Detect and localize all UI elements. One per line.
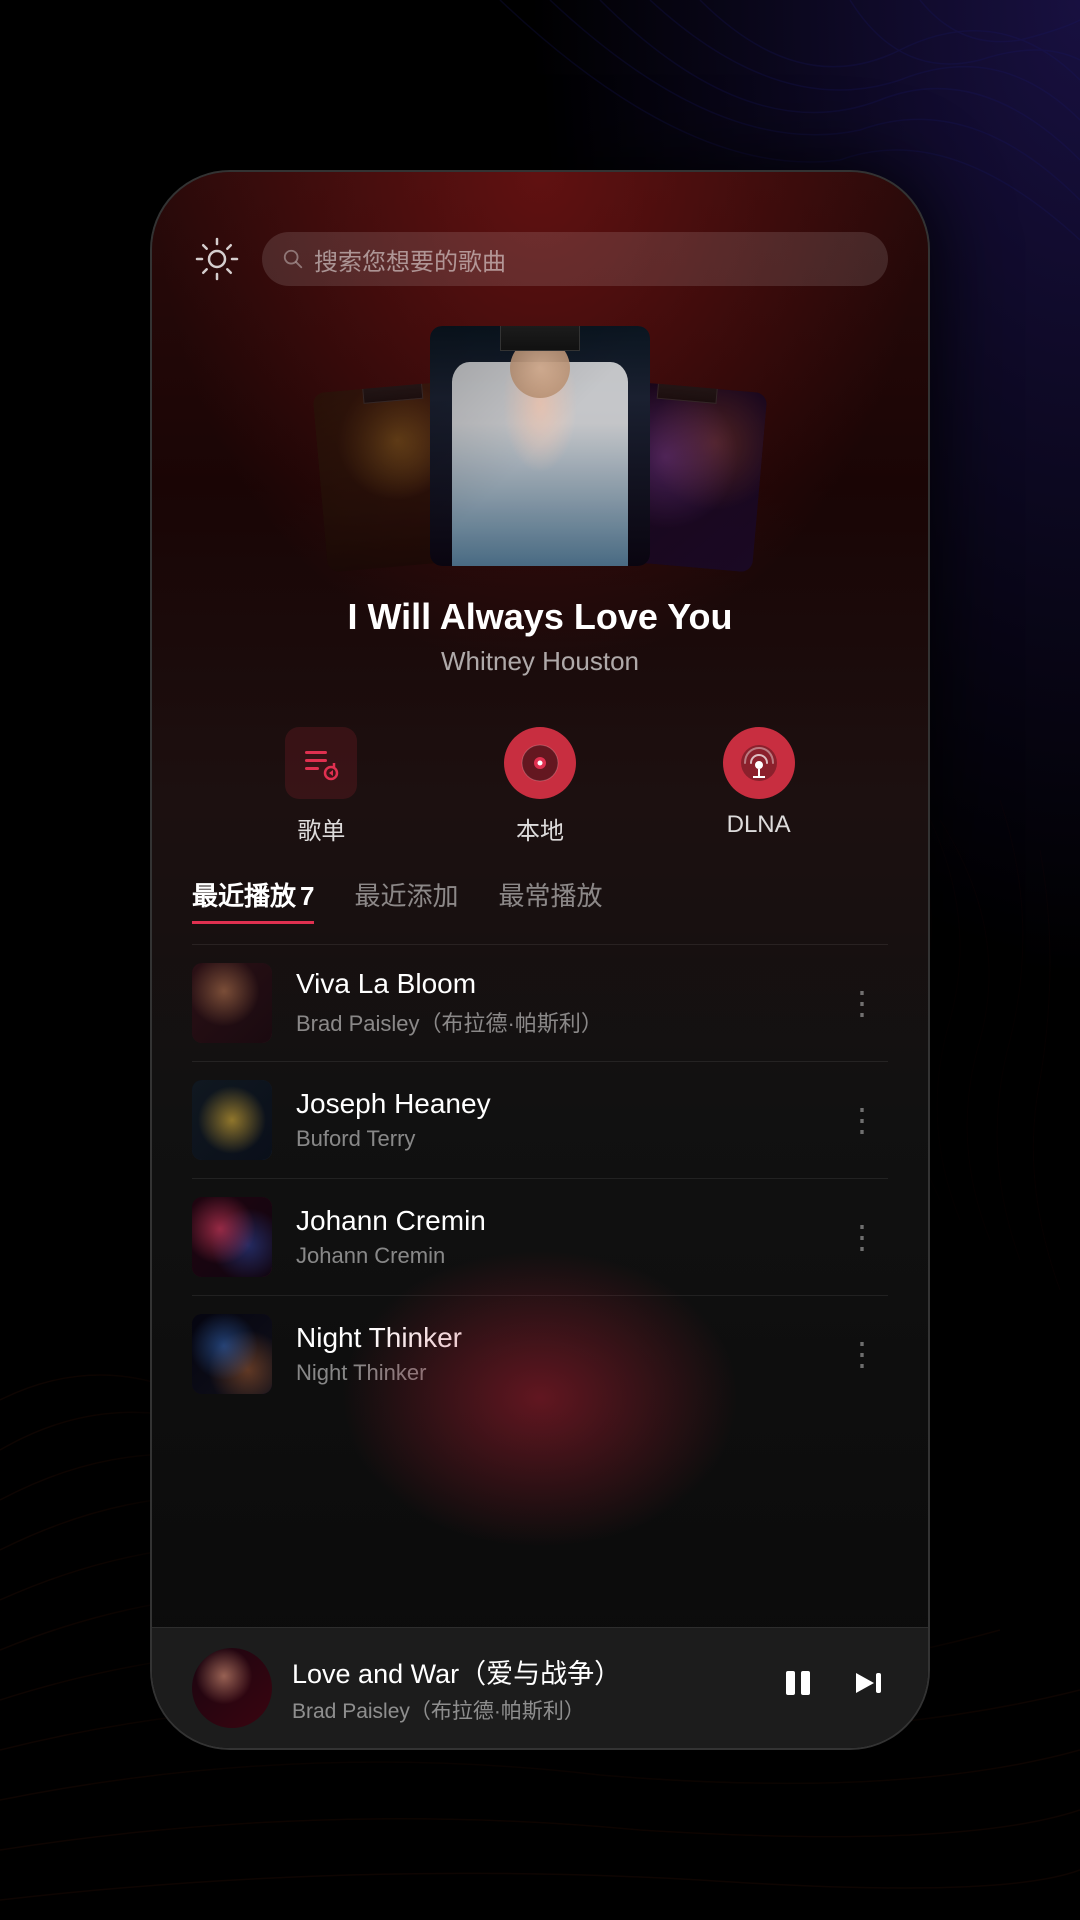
song-name-4: Night Thinker — [296, 1322, 812, 1354]
phone-content: 搜索您想要的歌曲 — [152, 172, 928, 1748]
now-playing-thumb — [192, 1648, 272, 1728]
vinyl-top-center — [500, 326, 580, 351]
pause-button[interactable] — [778, 1663, 818, 1713]
now-playing-artist: Brad Paisley（布拉德·帕斯利） — [292, 1695, 758, 1725]
now-playing-title: Love and War（爱与战争） — [292, 1652, 758, 1691]
song-info-4: Night Thinker Night Thinker — [296, 1322, 812, 1386]
song-name-3: Johann Cremin — [296, 1205, 812, 1237]
album-card-center[interactable] — [430, 326, 650, 566]
song-item[interactable]: Viva La Bloom Brad Paisley（布拉德·帕斯利） ⋮ — [152, 945, 928, 1061]
local-icon-circle — [504, 727, 576, 799]
song-more-2[interactable]: ⋮ — [836, 1091, 888, 1149]
nav-local-label: 本地 — [516, 811, 564, 846]
song-list: Viva La Bloom Brad Paisley（布拉德·帕斯利） ⋮ Jo… — [152, 945, 928, 1627]
nav-item-dlna[interactable]: DLNA — [723, 727, 795, 846]
settings-button[interactable] — [192, 234, 242, 284]
nav-item-playlist[interactable]: 歌单 — [285, 727, 357, 846]
pause-icon — [778, 1663, 818, 1703]
track-title: I Will Always Love You — [192, 596, 888, 638]
now-playing-info: Love and War（爱与战争） Brad Paisley（布拉德·帕斯利） — [292, 1652, 758, 1725]
vinyl-icon — [518, 741, 562, 785]
playlist-icon — [301, 743, 341, 783]
song-thumb-1 — [192, 963, 272, 1043]
song-info-1: Viva La Bloom Brad Paisley（布拉德·帕斯利） — [296, 968, 812, 1038]
nav-playlist-label: 歌单 — [297, 811, 345, 846]
track-artist: Whitney Houston — [192, 646, 888, 677]
song-artist-4: Night Thinker — [296, 1360, 812, 1386]
song-item[interactable]: Joseph Heaney Buford Terry ⋮ — [152, 1062, 928, 1178]
song-item[interactable]: Night Thinker Night Thinker ⋮ — [152, 1296, 928, 1412]
phone-shell: 搜索您想要的歌曲 — [150, 170, 930, 1750]
song-more-4[interactable]: ⋮ — [836, 1325, 888, 1383]
song-thumb-3 — [192, 1197, 272, 1277]
song-item[interactable]: Johann Cremin Johann Cremin ⋮ — [152, 1179, 928, 1295]
song-artist-1: Brad Paisley（布拉德·帕斯利） — [296, 1006, 812, 1038]
tab-bar: 最近播放7 最近添加 最常播放 — [152, 876, 928, 924]
song-thumb-4 — [192, 1314, 272, 1394]
song-name-1: Viva La Bloom — [296, 968, 812, 1000]
song-artist-2: Buford Terry — [296, 1126, 812, 1152]
song-artist-3: Johann Cremin — [296, 1243, 812, 1269]
song-more-3[interactable]: ⋮ — [836, 1208, 888, 1266]
search-placeholder: 搜索您想要的歌曲 — [314, 242, 506, 277]
tab-recent-play[interactable]: 最近播放7 — [192, 876, 314, 924]
song-info-2: Joseph Heaney Buford Terry — [296, 1088, 812, 1152]
nav-dlna-label: DLNA — [727, 811, 791, 839]
nav-icons: 歌单 本地 — [152, 707, 928, 876]
now-playing-controls — [778, 1663, 888, 1713]
tab-most-play[interactable]: 最常播放 — [499, 876, 603, 924]
search-bar[interactable]: 搜索您想要的歌曲 — [262, 232, 888, 286]
nav-item-local[interactable]: 本地 — [504, 727, 576, 846]
playlist-icon-bg — [285, 727, 357, 799]
dlna-icon — [737, 741, 781, 785]
next-button[interactable] — [848, 1663, 888, 1713]
tab-recent-add[interactable]: 最近添加 — [354, 876, 458, 924]
now-playing-bar[interactable]: Love and War（爱与战争） Brad Paisley（布拉德·帕斯利） — [152, 1627, 928, 1748]
track-info: I Will Always Love You Whitney Houston — [152, 586, 928, 707]
next-icon — [848, 1663, 888, 1703]
song-name-2: Joseph Heaney — [296, 1088, 812, 1120]
album-carousel — [152, 306, 928, 586]
song-more-1[interactable]: ⋮ — [836, 974, 888, 1032]
header: 搜索您想要的歌曲 — [152, 172, 928, 306]
dlna-icon-circle — [723, 727, 795, 799]
search-icon — [282, 248, 304, 270]
song-info-3: Johann Cremin Johann Cremin — [296, 1205, 812, 1269]
song-thumb-2 — [192, 1080, 272, 1160]
